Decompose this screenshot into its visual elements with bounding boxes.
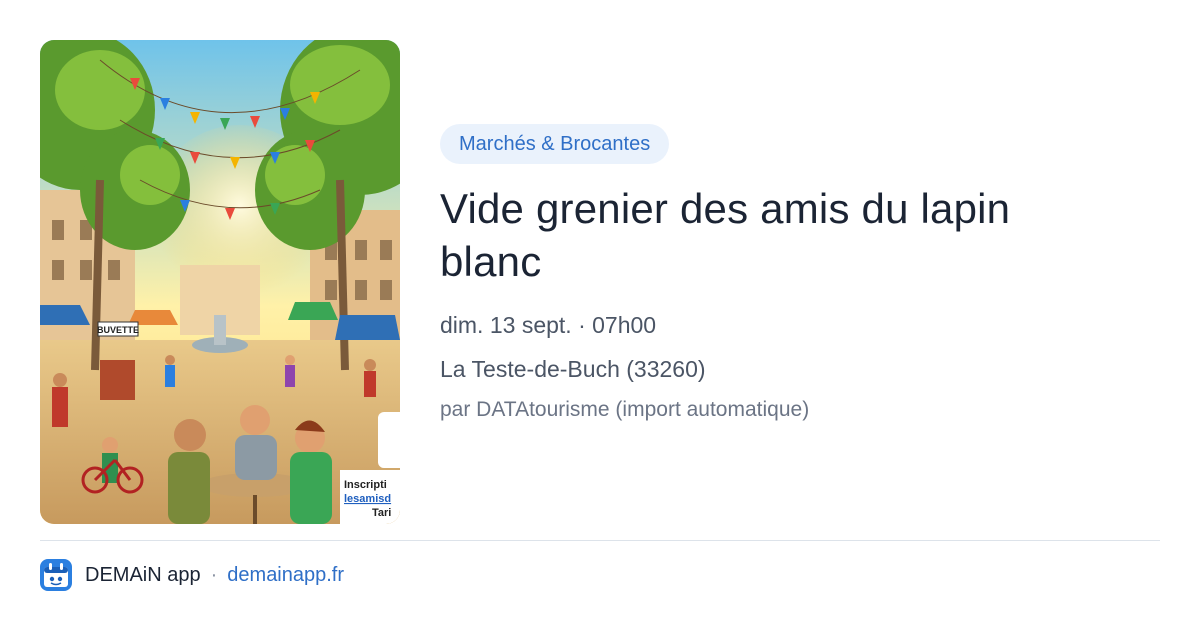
overlay-line-3: Tari (372, 507, 391, 519)
event-location: La Teste-de-Buch (33260) (440, 356, 706, 382)
stall-sign: BUVETTE (97, 325, 139, 335)
event-details: Marchés & Brocantes Vide grenier des ami… (440, 124, 1160, 424)
app-name[interactable]: DEMAiN app (85, 564, 201, 587)
event-image[interactable]: BUVETTE Inscripti lesamisd Tari (40, 40, 400, 524)
app-domain-link[interactable]: demainapp.fr (227, 564, 344, 587)
event-share-card: BUVETTE Inscripti lesamisd Tari Marchés … (0, 0, 1200, 630)
overlay-line-2: lesamisd (344, 493, 391, 505)
overlay-line-1: Inscripti (344, 479, 387, 491)
event-title[interactable]: Vide grenier des amis du lapin blanc (440, 182, 1080, 288)
market-illustration: BUVETTE Inscripti lesamisd Tari (40, 40, 400, 524)
category-badge[interactable]: Marchés & Brocantes (440, 124, 670, 164)
footer-separator: · (210, 563, 218, 586)
event-datetime: dim. 13 sept. · 07h00 (440, 312, 657, 338)
footer: DEMAiN app · demainapp.fr (40, 558, 344, 592)
footer-divider (40, 540, 1160, 541)
event-organizer: par DATAtourisme (import automatique) (440, 398, 810, 421)
demain-app-icon[interactable] (40, 559, 72, 591)
